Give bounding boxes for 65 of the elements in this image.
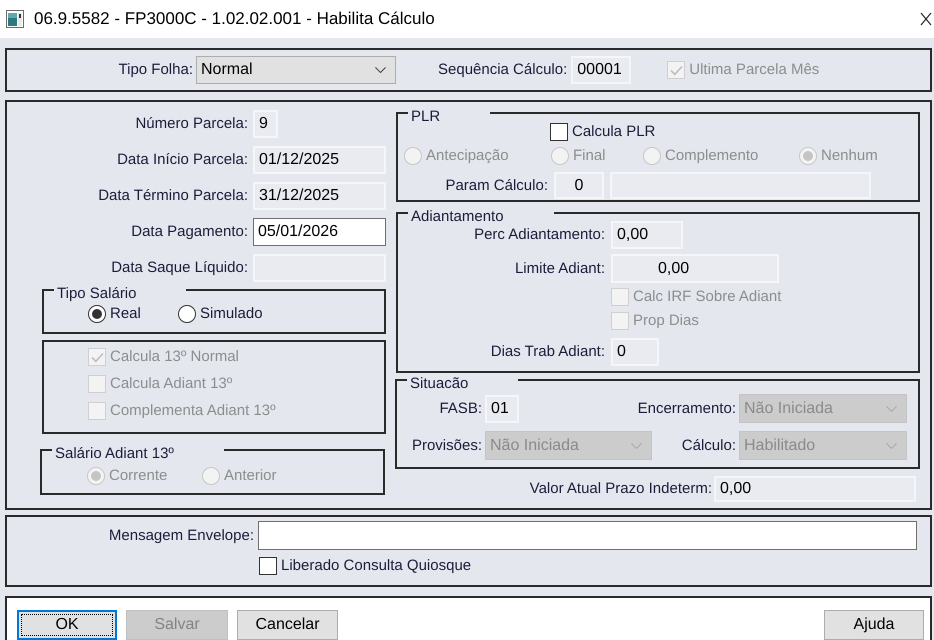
field-label: Provisões: [412, 436, 482, 454]
text-field[interactable]: 01 [485, 394, 519, 422]
text-field[interactable] [258, 521, 917, 550]
radio-label: Simulado [200, 305, 263, 323]
radio-label: Real [110, 305, 141, 323]
field-label: Tipo Folha: [118, 61, 193, 78]
group-title: Salário Adiant 13º [55, 446, 174, 462]
field-label: Data Término Parcela: [98, 187, 248, 204]
group-title: Situacão [410, 376, 468, 392]
chevron-down-icon [375, 67, 386, 73]
radio-label: Corrente [109, 467, 168, 485]
window-title: 06.9.5582 - FP3000C - 1.02.02.001 - Habilita Cálculo [34, 8, 435, 30]
checkbox-label: Complementa Adiant 13º [110, 402, 276, 420]
field-label: Mensagem Envelope: [108, 526, 254, 544]
checkbox-label: Prop Dias [633, 312, 699, 330]
field-label: Perc Adiantamento: [474, 226, 605, 243]
field-label: Data Início Parcela: [117, 151, 248, 168]
radio-button[interactable] [88, 305, 106, 323]
field-label: Valor Atual Prazo Indeterm: [530, 480, 712, 497]
app-icon [6, 10, 24, 28]
text-field[interactable]: 0 [611, 338, 659, 366]
group-title: Adiantamento [411, 209, 504, 225]
radio-button[interactable] [178, 305, 196, 323]
checkmark-icon [670, 64, 683, 76]
text-field[interactable]: 0,00 [714, 476, 916, 502]
group-title: PLR [411, 109, 440, 125]
field-label: Sequência Cálculo: [438, 61, 568, 78]
dialog-button[interactable]: Cancelar [237, 610, 338, 640]
checkbox-label: Calc IRF Sobre Adiant [633, 288, 782, 306]
radio-label: Anterior [224, 467, 277, 485]
chevron-down-icon [886, 406, 897, 412]
text-field[interactable]: 05/01/2026 [253, 218, 386, 246]
help-button[interactable]: Ajuda [824, 610, 924, 640]
radio-label: Antecipação [426, 147, 509, 165]
chevron-down-icon [886, 442, 897, 448]
field-label: Param Cálculo: [445, 176, 548, 194]
checkbox[interactable] [259, 557, 277, 575]
dropdown[interactable]: Normal [196, 56, 396, 84]
field-label: Data Pagamento: [131, 223, 248, 240]
field-label: Número Parcela: [135, 115, 248, 132]
dialog-button[interactable]: OK [17, 610, 117, 640]
checkbox-label: Calcula 13º Normal [110, 348, 239, 366]
field-label: Limite Adiant: [514, 260, 605, 276]
field-label: Dias Trab Adiant: [490, 343, 605, 360]
radio-label: Nenhum [821, 147, 878, 165]
field-label: FASB: [439, 400, 482, 416]
text-field[interactable]: 0,00 [611, 254, 779, 283]
checkmark-icon [90, 352, 104, 362]
checkbox-label: Calcula Adiant 13º [110, 375, 232, 393]
field-label: Encerramento: [638, 400, 736, 416]
text-field[interactable]: 0,00 [611, 221, 683, 249]
checkbox-label: Ultima Parcela Mês [689, 61, 820, 79]
field-label: Data Saque Líquido: [111, 259, 248, 276]
radio-label: Final [573, 147, 606, 165]
close-icon[interactable] [920, 12, 932, 26]
checkbox-label: Liberado Consulta Quiosque [281, 557, 472, 575]
field-label: Cálculo: [682, 436, 736, 454]
checkbox-label: Calcula PLR [572, 123, 656, 141]
text-field[interactable]: 9 [253, 110, 278, 138]
group-title: Tipo Salário [57, 286, 136, 302]
chevron-down-icon [631, 442, 642, 448]
radio-label: Complemento [665, 147, 758, 165]
text-field[interactable]: 01/12/2025 [253, 146, 386, 174]
text-field[interactable]: 00001 [571, 56, 632, 84]
text-field[interactable]: 31/12/2025 [253, 182, 386, 210]
